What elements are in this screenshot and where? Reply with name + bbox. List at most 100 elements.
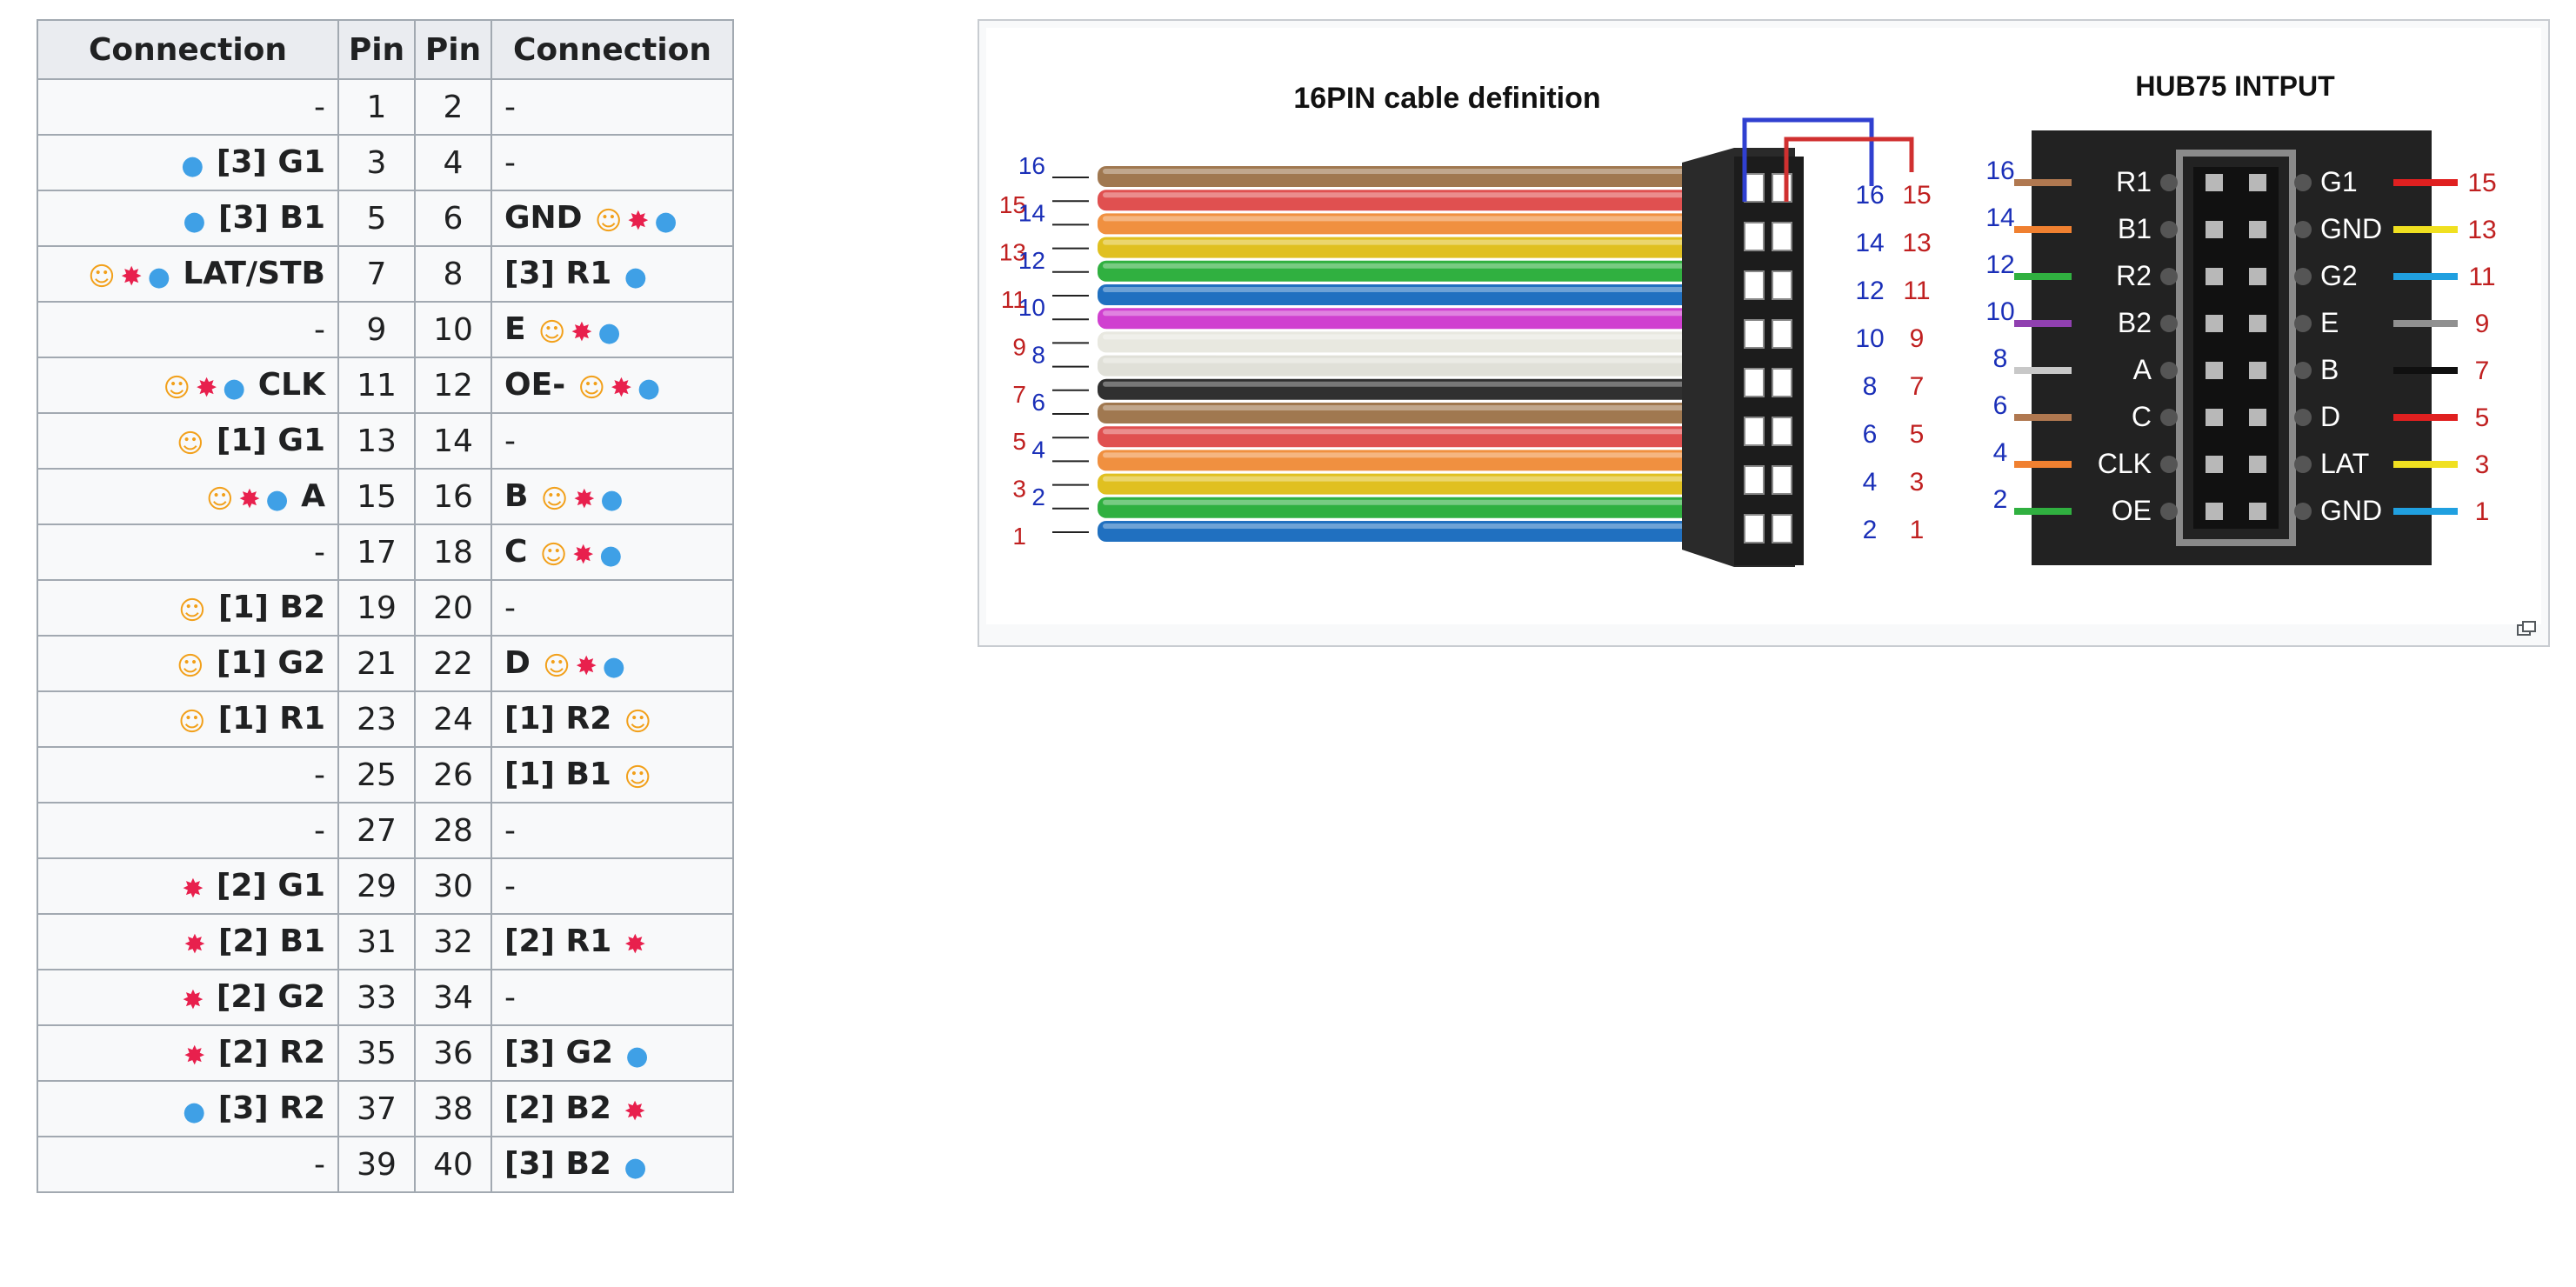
connector-socket xyxy=(1772,270,1792,300)
table-row: -27 28- xyxy=(37,802,734,859)
header-connection-right: Connection xyxy=(491,19,734,80)
hub75-left-label: A xyxy=(2133,354,2152,385)
pin-right-cell: 34 xyxy=(414,969,492,1026)
table-row: -25 26 [1] B1 ☺ xyxy=(37,746,734,804)
connection-left-cell: - xyxy=(37,78,339,136)
grinning-face-icon: ☺ xyxy=(206,484,234,515)
pin-right-cell: 12 xyxy=(414,357,492,414)
pin-left-cell: 33 xyxy=(337,969,416,1026)
connection-right-cell: [3] G2 ● xyxy=(491,1024,734,1082)
table-row: ☺ [1] B2 19 20- xyxy=(37,579,734,637)
pin-left-cell: 27 xyxy=(337,802,416,859)
grinning-face-icon: ☺ xyxy=(539,540,568,570)
hub75-left-number: 4 xyxy=(1993,438,2008,467)
wire-label-even: 16 xyxy=(1018,152,1045,179)
wire-label-even: 2 xyxy=(1031,483,1045,510)
collision-icon: ✸ xyxy=(575,651,597,682)
hub75-left-number: 12 xyxy=(1985,250,2014,279)
table-row: -17 18 C ☺ ✸ ● xyxy=(37,523,734,581)
collision-icon: ✸ xyxy=(572,540,595,570)
hub75-left-label: CLK xyxy=(2098,448,2152,479)
ribbon-wire-highlight xyxy=(1103,476,1692,482)
connection-left-label: - xyxy=(314,534,325,570)
connection-right-cell: GND ☺ ✸ ● xyxy=(491,190,734,247)
droplet-icon: ● xyxy=(602,651,625,682)
connection-right-label: [1] R2 xyxy=(504,701,612,737)
pin-right-cell: 20 xyxy=(414,579,492,637)
collision-icon: ✸ xyxy=(182,874,204,904)
connection-left-cell: - xyxy=(37,301,339,358)
droplet-icon: ● xyxy=(597,317,621,348)
connector-label-odd: 9 xyxy=(1910,324,1925,353)
connector-socket xyxy=(1744,417,1765,446)
magnify-icon[interactable] xyxy=(2517,621,2536,637)
hub75-pin xyxy=(2249,268,2266,285)
table-row: -9 10 E ☺ ✸ ● xyxy=(37,301,734,358)
droplet-icon: ● xyxy=(181,150,204,181)
table-row: -39 40 [3] B2 ● xyxy=(37,1136,734,1193)
grinning-face-icon: ☺ xyxy=(88,262,116,292)
connection-left-label: LAT/STB xyxy=(183,256,325,291)
pin-left-cell: 17 xyxy=(337,523,416,581)
connection-left-label: [2] R2 xyxy=(217,1035,325,1070)
hub75-left-label: B1 xyxy=(2118,213,2152,244)
hub75-left-number: 2 xyxy=(1993,485,2008,514)
hub75-pad xyxy=(2294,174,2312,191)
connection-right-label: - xyxy=(504,868,516,904)
ribbon-wire-highlight xyxy=(1103,263,1692,269)
connection-left-cell: ☺ [1] G2 xyxy=(37,635,339,692)
connection-right-label: GND xyxy=(504,200,583,236)
connector-socket xyxy=(1744,270,1765,300)
pin-right-cell: 16 xyxy=(414,468,492,525)
pin-right-cell: 28 xyxy=(414,802,492,859)
table-row: ✸ [2] B1 31 32 [2] R1 ✸ xyxy=(37,913,734,970)
pin-left-cell: 5 xyxy=(337,190,416,247)
hub75-pad xyxy=(2160,221,2178,238)
pin-left-cell: 23 xyxy=(337,690,416,748)
connection-right-label: [1] B1 xyxy=(504,757,611,792)
grinning-face-icon: ☺ xyxy=(163,373,190,403)
connector-label-even: 2 xyxy=(1863,516,1878,544)
header-connection-left: Connection xyxy=(37,19,339,80)
connection-left-label: - xyxy=(314,89,325,125)
collision-icon: ✸ xyxy=(573,484,596,515)
connection-left-cell: ● [3] G1 xyxy=(37,134,339,191)
ribbon-wire-highlight xyxy=(1103,310,1692,317)
ribbon-wire-highlight xyxy=(1103,405,1692,410)
pin-right-cell: 4 xyxy=(414,134,492,191)
connector-label-even: 16 xyxy=(1855,181,1884,210)
collision-icon: ✸ xyxy=(610,373,633,403)
hub75-pad xyxy=(2160,362,2178,379)
connection-right-cell: - xyxy=(491,78,734,136)
connection-left-label: [3] R2 xyxy=(217,1090,325,1126)
connection-right-cell: D ☺ ✸ ● xyxy=(491,635,734,692)
hub75-right-label: D xyxy=(2320,401,2340,432)
hub75-pin xyxy=(2249,503,2266,520)
connection-left-label: [1] G2 xyxy=(216,645,325,681)
collision-icon: ✸ xyxy=(120,262,143,292)
connector-socket xyxy=(1744,319,1765,349)
collision-icon: ✸ xyxy=(624,930,646,960)
pin-left-cell: 31 xyxy=(337,913,416,970)
wire-label-odd: 7 xyxy=(1012,381,1026,408)
droplet-icon: ● xyxy=(624,262,647,292)
connector-socket xyxy=(1744,368,1765,397)
connection-right-cell: [2] R1 ✸ xyxy=(491,913,734,970)
droplet-icon: ● xyxy=(600,484,624,515)
hub75-pin xyxy=(2206,503,2223,520)
connection-right-label: OE- xyxy=(504,367,566,403)
collision-icon: ✸ xyxy=(184,1041,206,1071)
table-row: ✸ [2] G2 33 34- xyxy=(37,969,734,1026)
connection-left-cell: ☺ ✸ ● A xyxy=(37,468,339,525)
hub75-pad xyxy=(2160,409,2178,426)
connection-right-label: - xyxy=(504,812,516,849)
hub75-left-label: B2 xyxy=(2118,307,2152,338)
hub75-left-number: 8 xyxy=(1993,344,2008,373)
collision-icon: ✸ xyxy=(571,317,593,348)
connection-left-cell: - xyxy=(37,1136,339,1193)
connection-left-label: [2] G2 xyxy=(216,979,325,1015)
connection-right-cell: E ☺ ✸ ● xyxy=(491,301,734,358)
connector-socket xyxy=(1772,222,1792,251)
hub75-pad xyxy=(2294,315,2312,332)
connector-label-odd: 15 xyxy=(1902,181,1931,210)
